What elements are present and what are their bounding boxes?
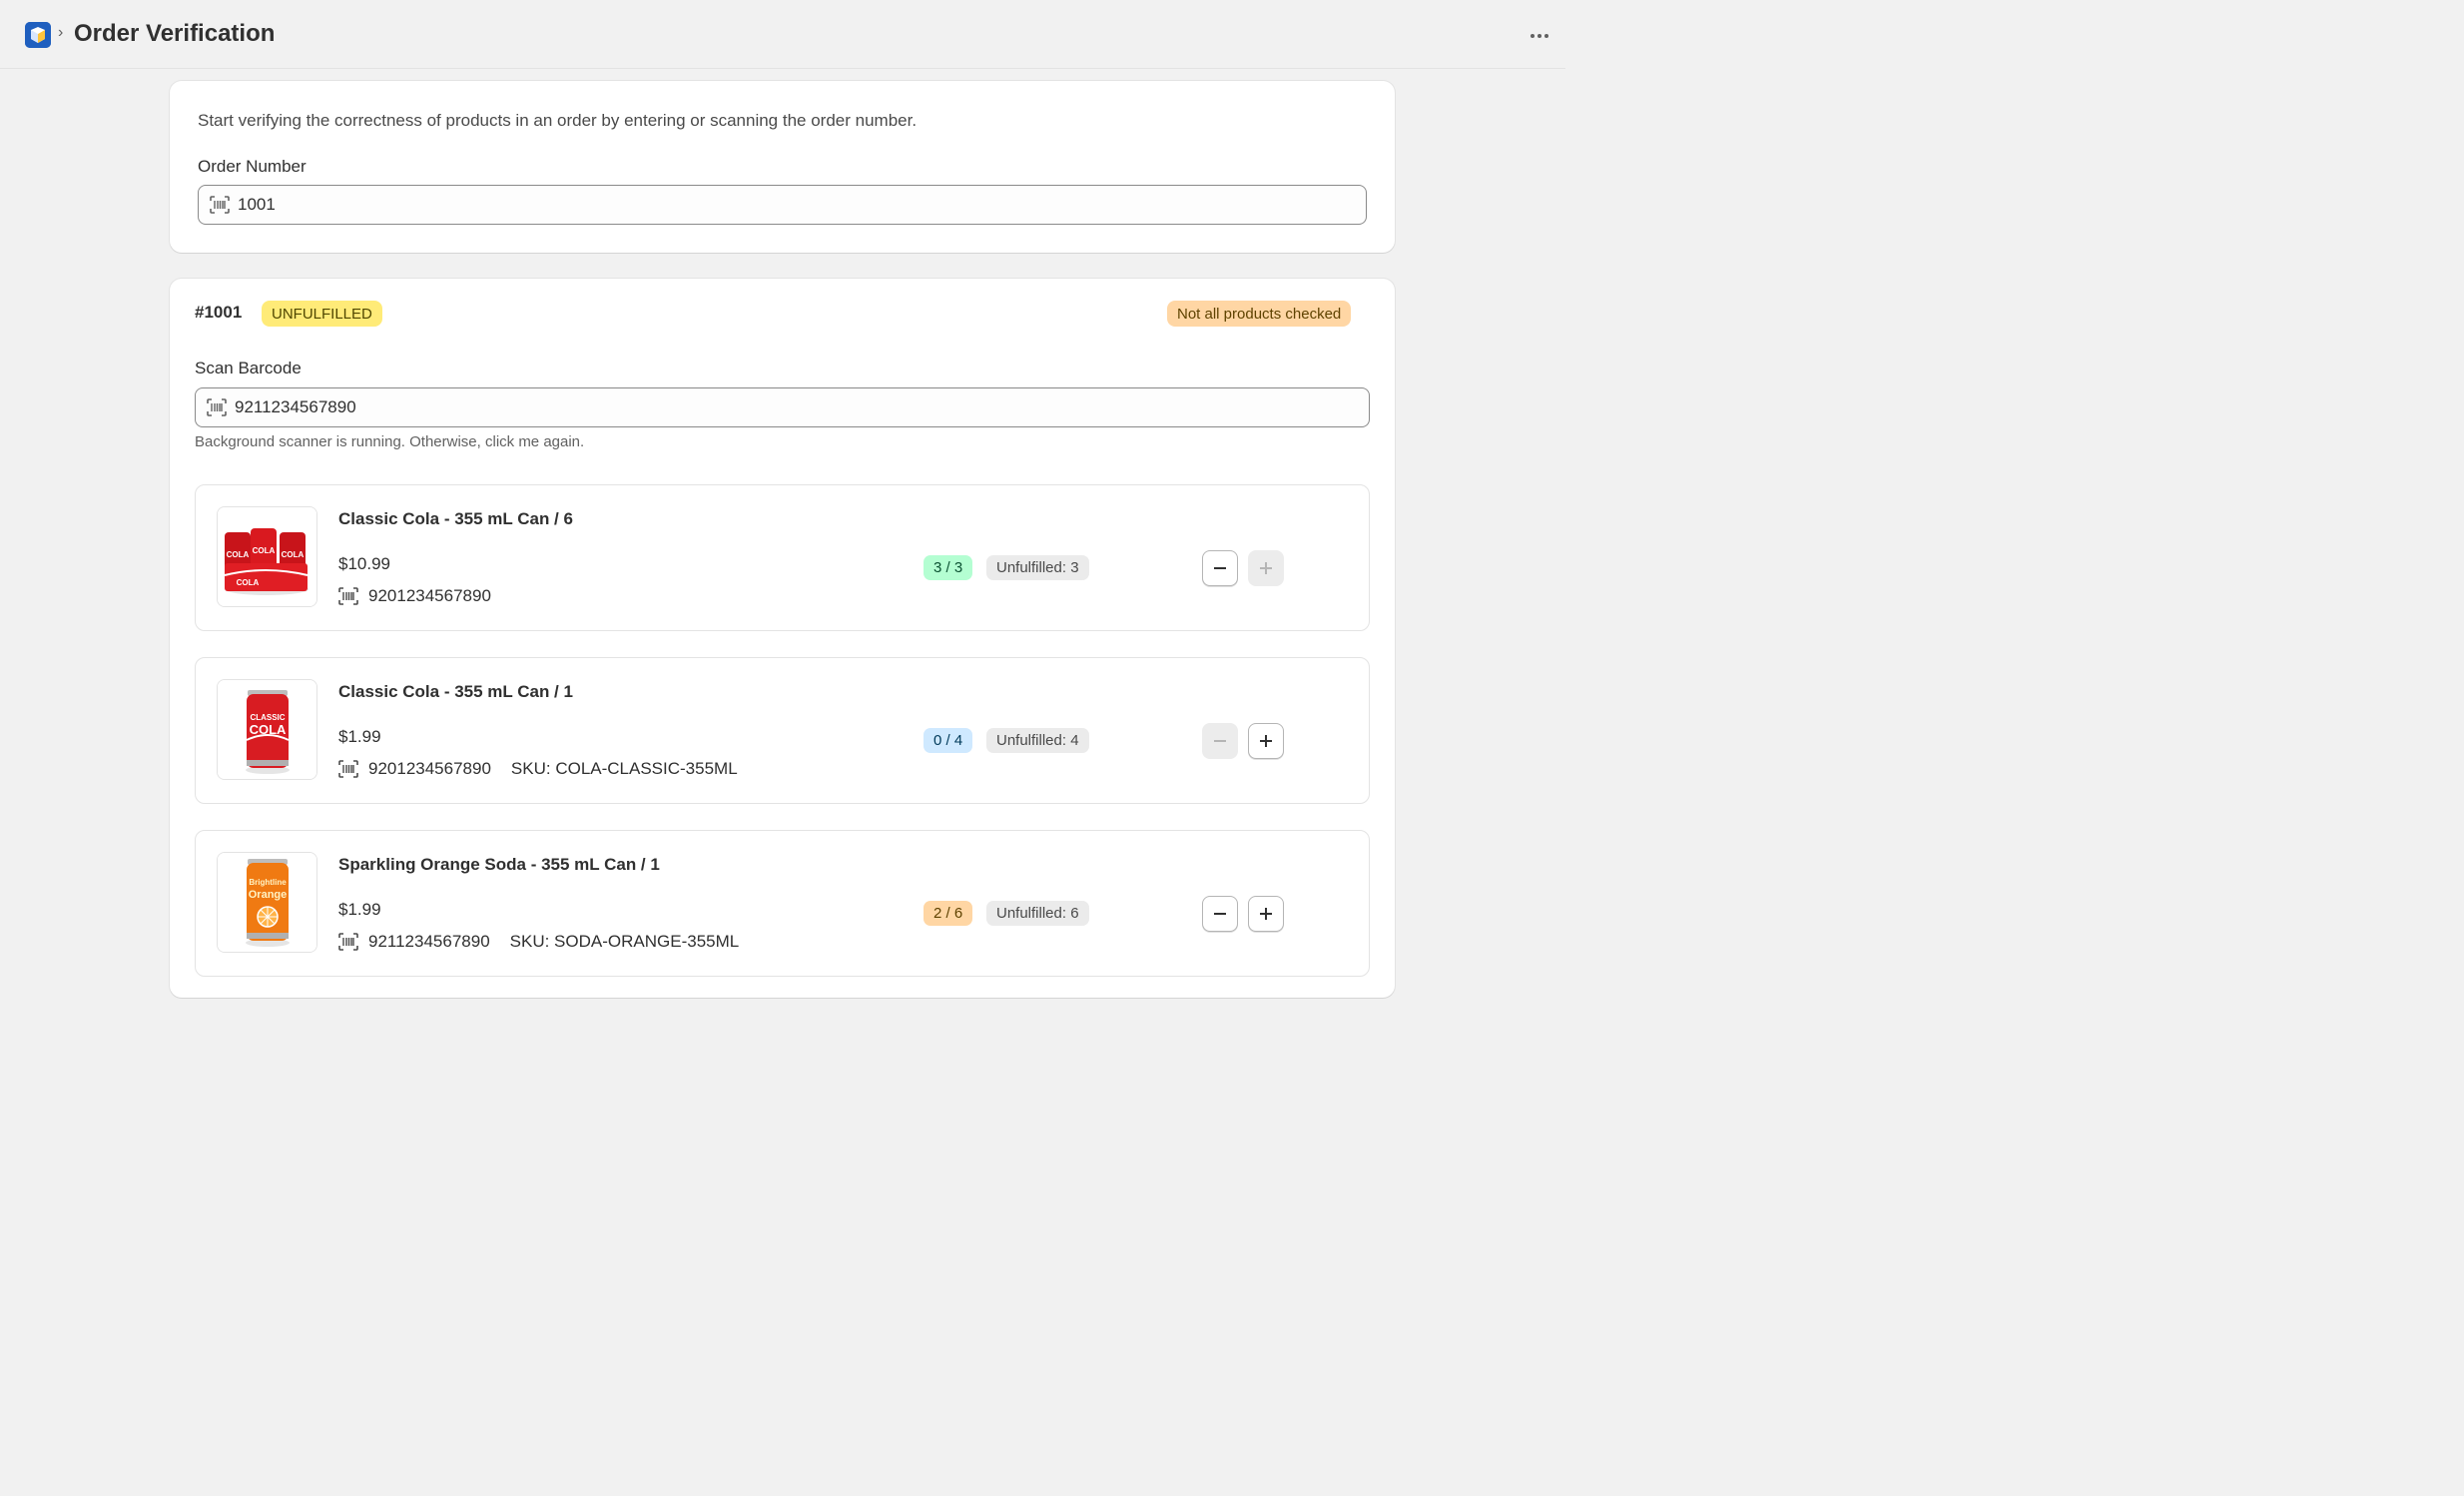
svg-text:COLA: COLA: [250, 722, 287, 737]
more-dot: [1538, 34, 1541, 38]
barcode-icon: [338, 587, 358, 605]
unfulfilled-count-badge: Unfulfilled: 4: [986, 728, 1089, 753]
product-image: COLA COLA COLA COLA: [217, 506, 317, 607]
svg-text:Orange: Orange: [249, 889, 288, 901]
line-item: COLA COLA COLA COLA Classic Cola - 355 m…: [195, 484, 1370, 631]
breadcrumb-separator: ›: [58, 24, 64, 41]
more-actions-button[interactable]: [1526, 24, 1553, 48]
scan-barcode-label: Scan Barcode: [195, 359, 302, 377]
product-image: Brightline Orange: [217, 852, 317, 953]
minus-icon: [1214, 913, 1226, 915]
increase-quantity-button[interactable]: [1248, 896, 1284, 932]
item-barcode: 9201234567890: [368, 586, 491, 605]
order-number-field[interactable]: [198, 185, 1367, 225]
plus-icon: [1260, 735, 1272, 747]
barcode-icon: [338, 760, 358, 778]
item-identifiers: 9201234567890: [338, 586, 491, 606]
item-identifiers: 9201234567890 SKU: COLA-CLASSIC-355ML: [338, 759, 738, 779]
increase-quantity-button[interactable]: [1248, 723, 1284, 759]
plus-icon: [1260, 562, 1272, 574]
fulfillment-status-badge: UNFULFILLED: [262, 301, 382, 327]
scan-barcode-field[interactable]: [195, 387, 1370, 427]
app-logo-icon[interactable]: [25, 22, 51, 48]
order-lookup-card: Start verifying the correctness of produ…: [170, 81, 1395, 253]
minus-icon: [1214, 567, 1226, 569]
barcode-icon: [207, 398, 227, 416]
lookup-description: Start verifying the correctness of produ…: [198, 111, 918, 130]
item-barcode: 9201234567890: [368, 759, 491, 778]
unfulfilled-count-badge: Unfulfilled: 3: [986, 555, 1089, 580]
decrease-quantity-button[interactable]: [1202, 550, 1238, 586]
checked-count-badge: 3 / 3: [924, 555, 973, 580]
order-number-input[interactable]: [238, 195, 1366, 215]
item-title: Sparkling Orange Soda - 355 mL Can / 1: [338, 855, 660, 874]
increase-quantity-button[interactable]: [1248, 550, 1284, 586]
item-title: Classic Cola - 355 mL Can / 1: [338, 682, 573, 701]
barcode-icon: [210, 196, 230, 214]
item-sku: SKU: SODA-ORANGE-355ML: [509, 932, 740, 951]
svg-text:COLA: COLA: [227, 550, 250, 559]
decrease-quantity-button[interactable]: [1202, 723, 1238, 759]
more-horizontal-icon: [1531, 34, 1535, 38]
order-card: #1001 UNFULFILLED Not all products check…: [170, 279, 1395, 998]
barcode-icon: [338, 933, 358, 951]
top-bar: › Order Verification: [0, 0, 1565, 69]
item-identifiers: 9211234567890 SKU: SODA-ORANGE-355ML: [338, 932, 739, 952]
order-number-label: Order Number: [198, 157, 307, 176]
line-item: CLASSIC COLA Classic Cola - 355 mL Can /…: [195, 657, 1370, 804]
svg-text:Brightline: Brightline: [249, 878, 287, 887]
svg-text:COLA: COLA: [237, 578, 260, 587]
decrease-quantity-button[interactable]: [1202, 896, 1238, 932]
svg-text:CLASSIC: CLASSIC: [250, 713, 285, 722]
check-status-badge: Not all products checked: [1167, 301, 1352, 327]
item-price: $1.99: [338, 900, 381, 919]
minus-icon: [1214, 740, 1226, 742]
item-price: $10.99: [338, 554, 390, 573]
plus-icon: [1260, 908, 1272, 920]
checked-count-badge: 0 / 4: [924, 728, 973, 753]
unfulfilled-count-badge: Unfulfilled: 6: [986, 901, 1089, 926]
item-barcode: 9211234567890: [368, 932, 490, 951]
scan-barcode-input[interactable]: [235, 397, 1369, 417]
checked-count-badge: 2 / 6: [924, 901, 973, 926]
item-title: Classic Cola - 355 mL Can / 6: [338, 509, 573, 528]
order-number: #1001: [195, 303, 243, 322]
item-price: $1.99: [338, 727, 381, 746]
svg-text:COLA: COLA: [253, 546, 276, 555]
product-image: CLASSIC COLA: [217, 679, 317, 780]
more-dot: [1544, 34, 1548, 38]
svg-text:COLA: COLA: [282, 550, 305, 559]
item-sku: SKU: COLA-CLASSIC-355ML: [510, 759, 738, 778]
line-item: Brightline Orange Sparkling Orange Soda …: [195, 830, 1370, 977]
scanner-help-text[interactable]: Background scanner is running. Otherwise…: [195, 433, 584, 450]
page-title: Order Verification: [74, 20, 276, 47]
